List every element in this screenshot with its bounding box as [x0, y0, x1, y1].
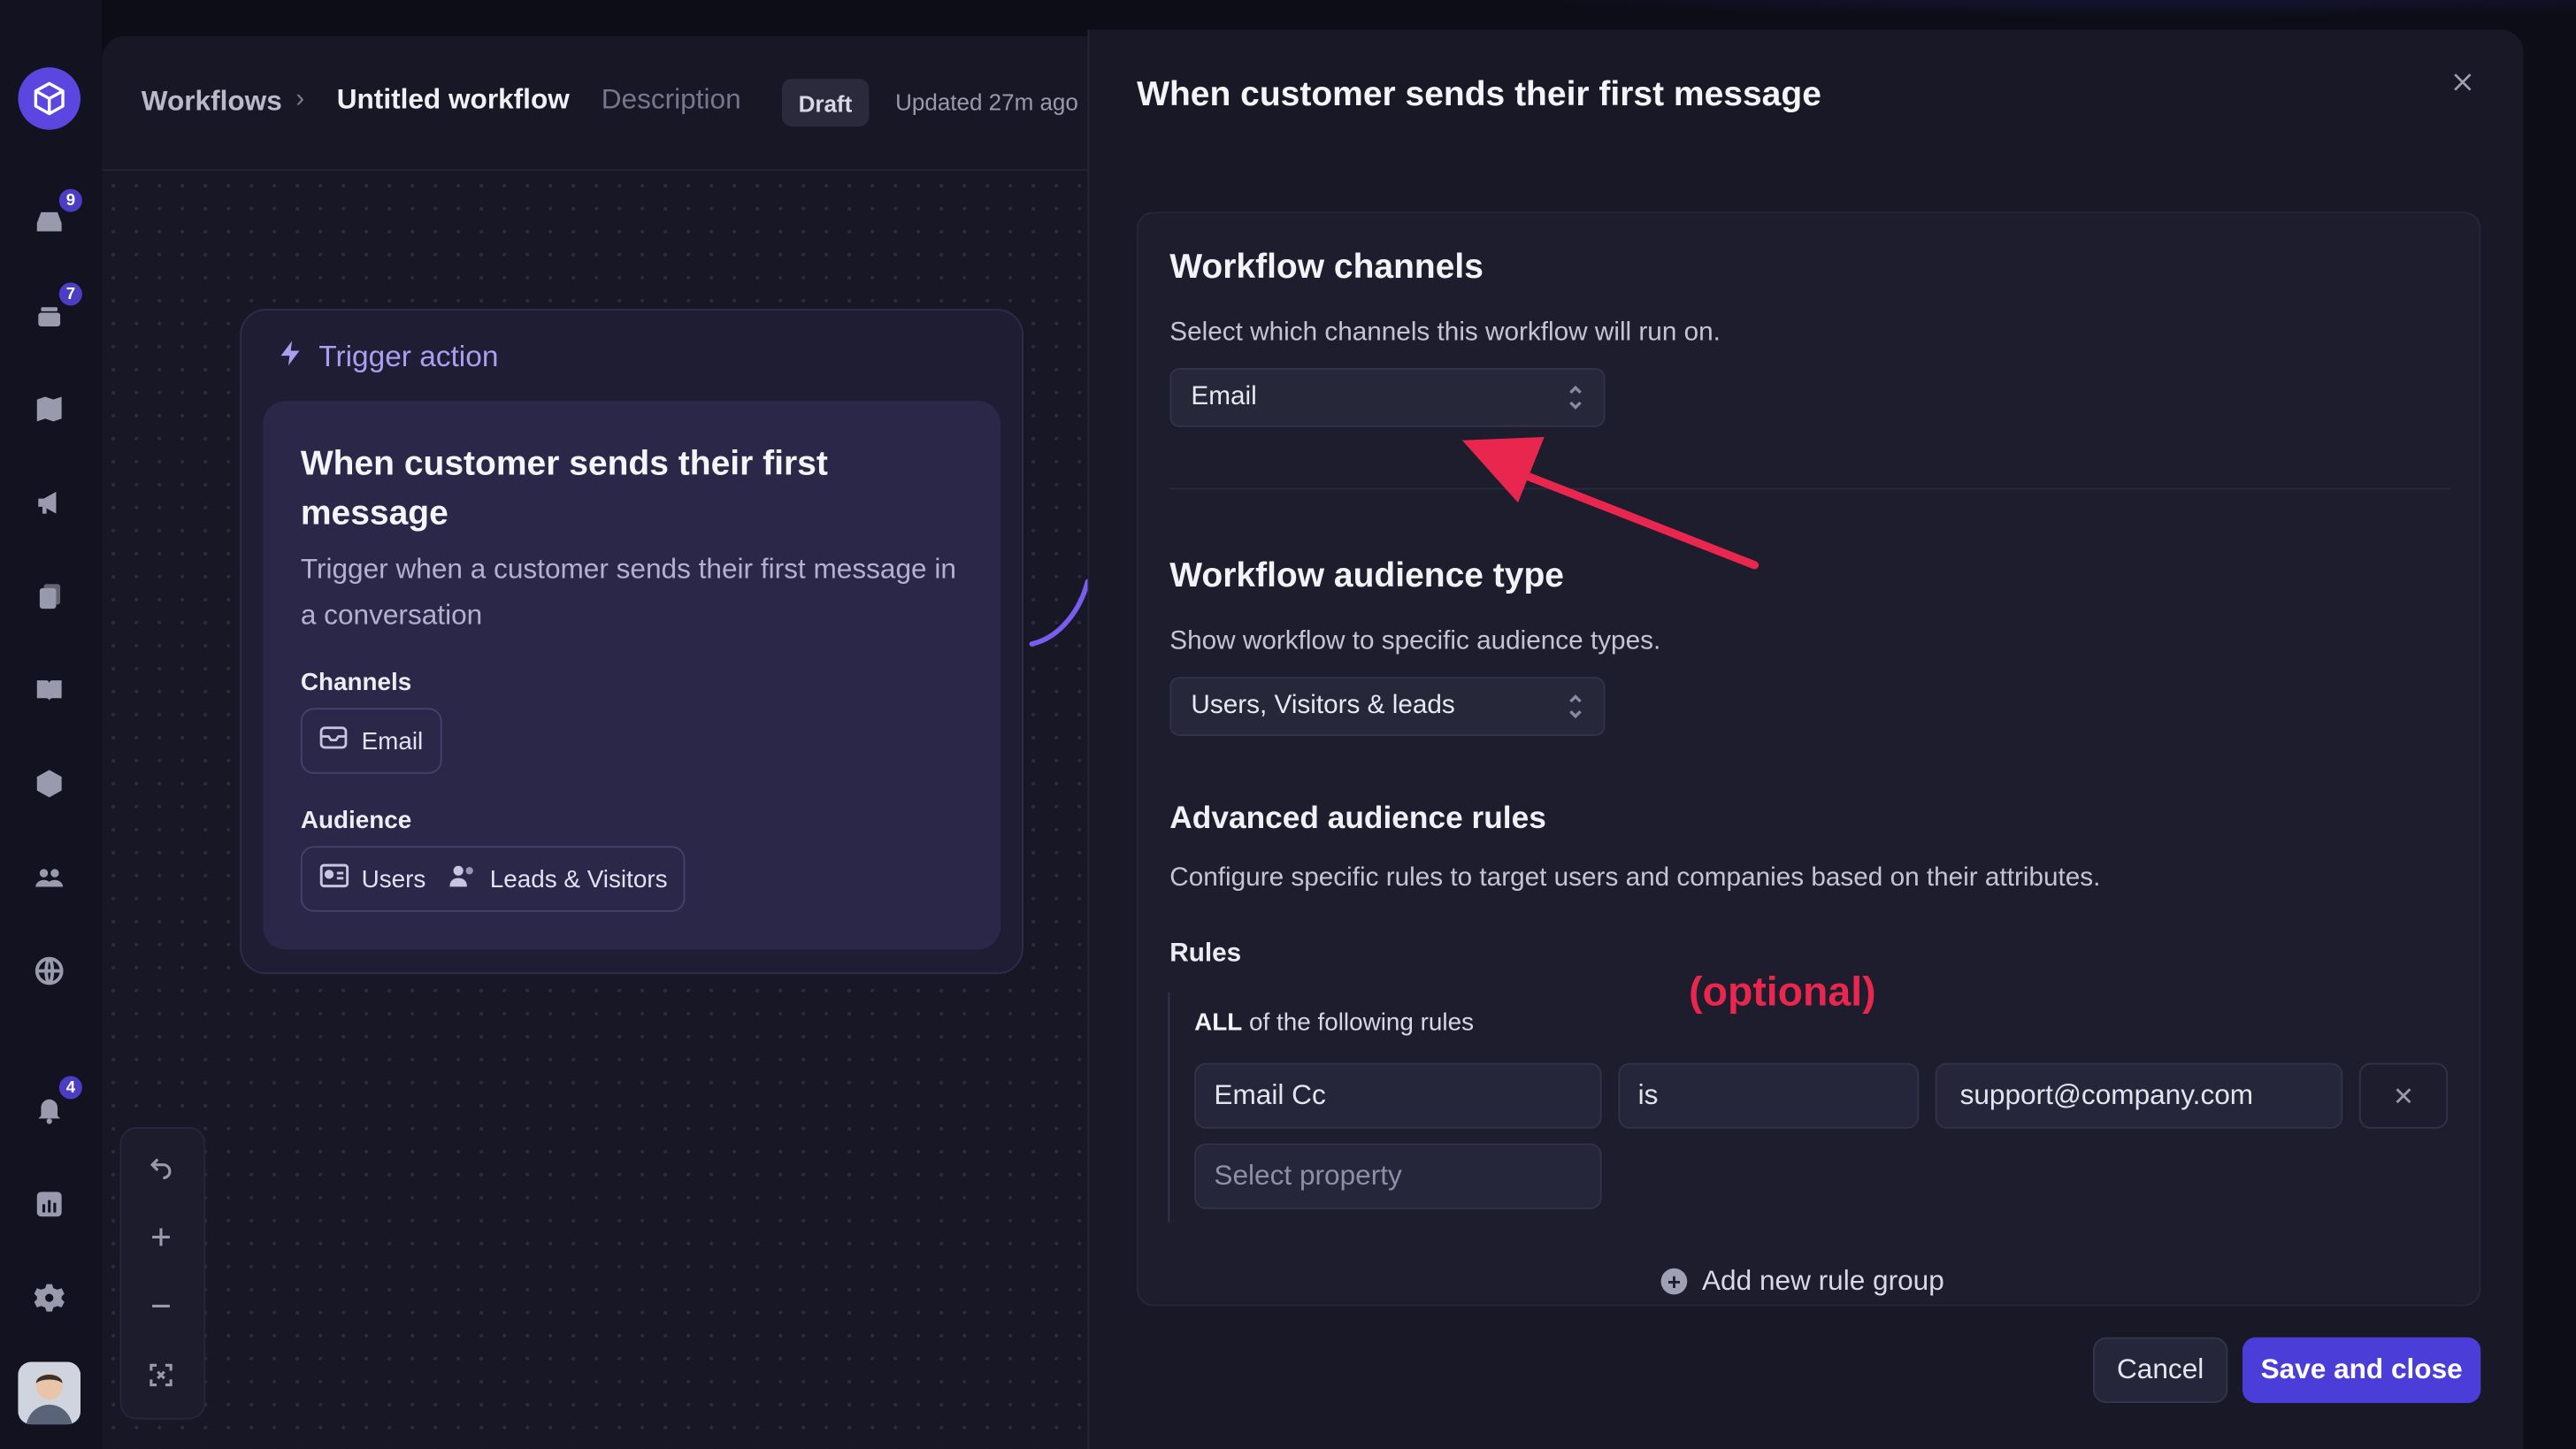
people-icon [448, 862, 478, 895]
audience-chip: Users Leads & Visitors [300, 846, 686, 912]
audience-users-label: Users [361, 864, 426, 893]
trigger-header: Trigger action [276, 337, 498, 378]
trigger-title: When customer sends their first message [300, 445, 828, 533]
zoom-out-icon[interactable] [140, 1284, 182, 1327]
chevron-updown-icon [1568, 383, 1584, 421]
chevron-right-icon: › [295, 85, 305, 114]
inbox-badge: 9 [56, 185, 86, 216]
audience-leads: Leads & Visitors [448, 862, 668, 895]
rule-value-field[interactable]: support@company.com [1935, 1062, 2343, 1129]
workflow-title[interactable]: Untitled workflow [337, 84, 570, 117]
audience-leads-label: Leads & Visitors [489, 864, 668, 893]
inbox-icon [318, 724, 348, 757]
cancel-button[interactable]: Cancel [2093, 1337, 2228, 1403]
undo-icon[interactable] [140, 1146, 182, 1189]
documents-icon[interactable] [28, 575, 71, 617]
rule-operator-field[interactable]: is [1618, 1062, 1920, 1129]
close-icon[interactable] [2443, 63, 2483, 103]
updated-timestamp: Updated 27m ago [895, 88, 1078, 115]
add-rule-group-label: Add new rule group [1702, 1265, 1944, 1297]
book-icon[interactable] [28, 669, 71, 711]
connector-line [1029, 579, 1091, 647]
notifications-badge: 4 [56, 1072, 86, 1103]
app-root: 9 7 4 Workflows › Untitled workflow Desc… [0, 0, 2576, 1449]
globe-icon[interactable] [28, 949, 71, 992]
channels-help: Select which channels this workflow will… [1169, 318, 1721, 347]
map-icon[interactable] [28, 387, 71, 430]
tickets-icon[interactable]: 7 [28, 279, 86, 336]
megaphone-icon[interactable] [28, 481, 71, 524]
status-badge: Draft [782, 79, 869, 126]
channels-select-value: Email [1191, 382, 1257, 411]
add-rule-group-button[interactable]: + Add new rule group [1660, 1265, 1944, 1298]
audience-users: Users [318, 862, 426, 895]
zoom-in-icon[interactable] [140, 1215, 182, 1258]
logo-icon[interactable] [18, 67, 80, 130]
bot-icon[interactable] [28, 763, 71, 805]
channels-select[interactable]: Email [1169, 368, 1606, 427]
inbox-icon[interactable]: 9 [28, 185, 86, 243]
description-link[interactable]: Description [602, 84, 741, 117]
reports-icon[interactable] [28, 1183, 71, 1225]
rules-label: Rules [1169, 939, 1242, 968]
trigger-description: Trigger when a customer sends their firs… [300, 553, 956, 632]
settings-icon[interactable] [28, 1276, 71, 1319]
lightning-icon [276, 337, 305, 378]
rule-value-text: support@company.com [1959, 1079, 2254, 1111]
annotation-arrow [1461, 437, 1760, 570]
advanced-rules-heading: Advanced audience rules [1169, 801, 1546, 837]
contacts-icon[interactable] [28, 856, 71, 899]
plus-circle-icon: + [1660, 1268, 1688, 1295]
trigger-label: Trigger action [318, 340, 499, 373]
rules-group-line [1168, 992, 1170, 1223]
rule-property-value: Email Cc [1214, 1079, 1326, 1111]
panel-title: When customer sends their first message [1137, 75, 1821, 114]
audience-type-help: Show workflow to specific audience types… [1169, 627, 1661, 656]
select-property-placeholder: Select property [1214, 1160, 1402, 1192]
id-card-icon [318, 862, 349, 895]
channels-label: Channels [300, 668, 412, 697]
close-icon [2394, 1078, 2413, 1113]
background-glow [920, 0, 2576, 34]
rule-operator-value: is [1637, 1079, 1659, 1111]
divider [1169, 487, 2451, 490]
channel-chip-label: Email [361, 726, 424, 755]
rule-match-label[interactable]: ALL of the following rules [1194, 1008, 1474, 1037]
advanced-rules-help: Configure specific rules to target users… [1169, 863, 2101, 893]
fit-view-icon[interactable] [140, 1353, 182, 1396]
optional-annotation: (optional) [1689, 969, 1876, 1016]
breadcrumb-workflows[interactable]: Workflows [142, 86, 282, 119]
left-nav: 9 7 4 [0, 0, 103, 1449]
audience-type-select-value: Users, Visitors & leads [1191, 691, 1455, 720]
channel-chip: Email [300, 708, 441, 774]
rule-match-text: of the following rules [1242, 1008, 1475, 1037]
remove-rule-button[interactable] [2358, 1062, 2449, 1129]
select-property-field[interactable]: Select property [1194, 1143, 1602, 1209]
save-and-close-button[interactable]: Save and close [2242, 1337, 2481, 1403]
rule-match-mode: ALL [1194, 1008, 1243, 1037]
rule-property-field[interactable]: Email Cc [1194, 1062, 1602, 1129]
avatar[interactable] [18, 1361, 80, 1425]
tickets-badge: 7 [56, 279, 86, 310]
channels-heading: Workflow channels [1169, 248, 1484, 287]
chevron-updown-icon [1568, 692, 1584, 730]
audience-type-select[interactable]: Users, Visitors & leads [1169, 677, 1606, 736]
audience-label: Audience [300, 806, 412, 835]
bell-icon[interactable]: 4 [28, 1072, 86, 1130]
